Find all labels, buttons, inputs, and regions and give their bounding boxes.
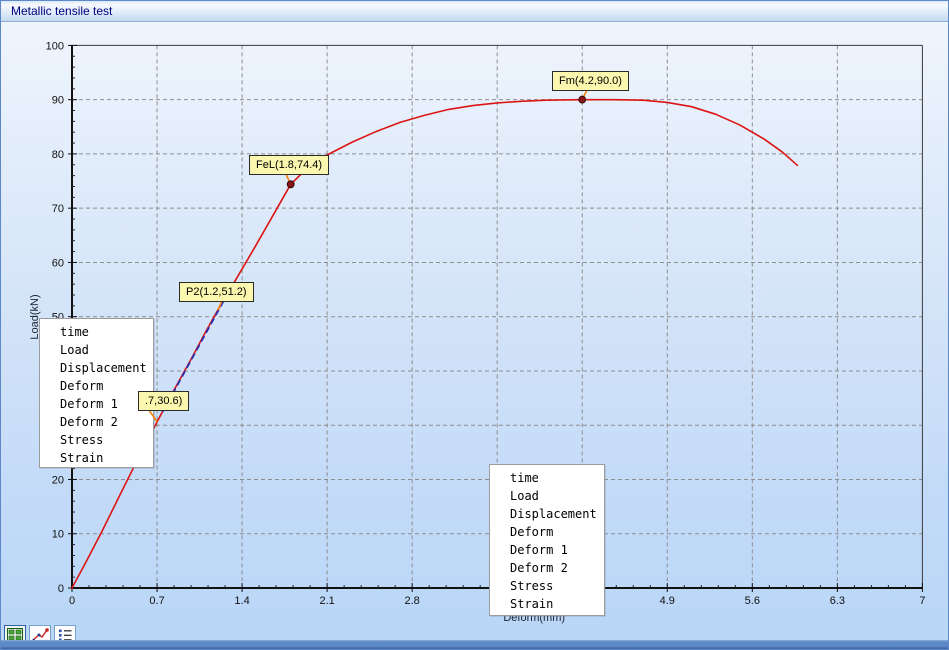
- menu-item[interactable]: Strain: [490, 595, 604, 613]
- svg-text:4.9: 4.9: [660, 595, 675, 607]
- svg-text:0.7: 0.7: [149, 595, 164, 607]
- menu-item[interactable]: time: [490, 469, 604, 487]
- menu-item[interactable]: Deform 1: [40, 395, 153, 413]
- menu-item[interactable]: Load: [40, 341, 153, 359]
- annotation-label: Fm(4.2,90.0): [552, 71, 629, 91]
- window-bottom-edge: [1, 640, 948, 649]
- svg-text:100: 100: [46, 40, 64, 52]
- svg-text:70: 70: [52, 203, 64, 215]
- svg-text:7: 7: [919, 595, 925, 607]
- menu-item[interactable]: Deform 1: [490, 541, 604, 559]
- svg-text:20: 20: [52, 474, 64, 486]
- menu-item[interactable]: Stress: [40, 431, 153, 449]
- svg-text:0: 0: [69, 595, 75, 607]
- svg-text:90: 90: [52, 95, 64, 107]
- menu-item[interactable]: time: [40, 323, 153, 341]
- svg-text:80: 80: [52, 149, 64, 161]
- svg-text:5.6: 5.6: [745, 595, 760, 607]
- svg-text:10: 10: [52, 529, 64, 541]
- annotation-label: FeL(1.8,74.4): [249, 155, 329, 175]
- titlebar[interactable]: Metallic tensile test: [1, 1, 948, 22]
- window-title: Metallic tensile test: [11, 4, 112, 18]
- load-deform-curve: [72, 100, 797, 588]
- channel-menu-left[interactable]: timeLoadDisplacementDeformDeform 1Deform…: [39, 318, 154, 468]
- menu-item[interactable]: Deform 2: [40, 413, 153, 431]
- svg-text:6.3: 6.3: [830, 595, 845, 607]
- menu-item[interactable]: Stress: [490, 577, 604, 595]
- channel-menu-right[interactable]: timeLoadDisplacementDeformDeform 1Deform…: [489, 464, 605, 616]
- svg-text:60: 60: [52, 257, 64, 269]
- menu-item[interactable]: Displacement: [490, 505, 604, 523]
- svg-text:1.4: 1.4: [234, 595, 249, 607]
- annotation-label: P2(1.2,51.2): [179, 282, 254, 302]
- svg-text:2.8: 2.8: [405, 595, 420, 607]
- menu-item[interactable]: Deform: [40, 377, 153, 395]
- menu-item[interactable]: Displacement: [40, 359, 153, 377]
- svg-text:2.1: 2.1: [319, 595, 334, 607]
- menu-item[interactable]: Deform 2: [490, 559, 604, 577]
- svg-text:0: 0: [58, 583, 64, 595]
- annotation-label: .7,30.6): [138, 391, 189, 411]
- menu-item[interactable]: Strain: [40, 449, 153, 467]
- menu-item[interactable]: Load: [490, 487, 604, 505]
- app-window: Metallic tensile test 00.71.42.12.83.54.…: [0, 0, 949, 650]
- menu-item[interactable]: Deform: [490, 523, 604, 541]
